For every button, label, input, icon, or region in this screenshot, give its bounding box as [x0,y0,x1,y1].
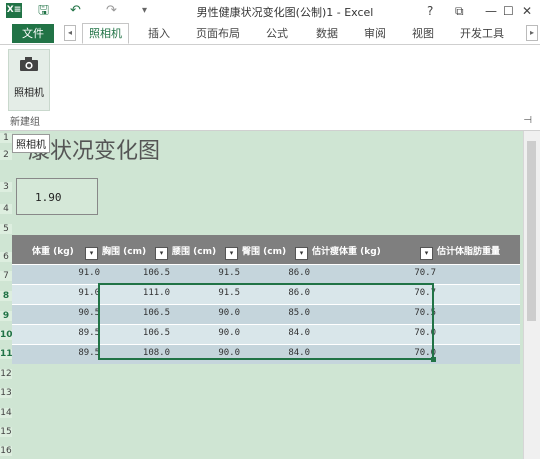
ribbon-tabs: 文件 ◂ 照相机 插入 页面布局 公式 数据 审阅 视图 开发工具 ▸ [0,22,540,45]
table-cell[interactable]: 106.5 [143,328,170,338]
camera-button-label: 照相机 [14,88,44,99]
minimize-button[interactable]: — [485,2,497,20]
worksheet[interactable]: 1 2 3 4 5 6 7 8 9 10 11 12 13 14 15 16 康状况变化图 1.90 体重 (… [0,131,540,459]
table-row[interactable]: 89.5 106.5 90.0 84.0 70.0 [12,324,520,344]
ribbon-display-options-button[interactable]: ⧉ [455,2,464,20]
filter-dropdown-icon[interactable]: ▾ [295,247,308,260]
tab-developer[interactable]: 开发工具 [460,24,504,43]
header-waist: 腰围 (cm) [172,247,217,257]
header-lean-mass: 估计瘦体重 (kg) [312,247,381,257]
row-header[interactable]: 1 [0,133,12,143]
table-header-row: 体重 (kg) ▾ 胸围 (cm) ▾ 腰围 (cm) ▾ 臀围 (cm) ▾ … [12,235,520,264]
table-cell[interactable]: 106.5 [143,308,170,318]
table-cell[interactable]: 86.0 [288,288,310,298]
excel-logo-icon: X≡ [6,3,22,18]
table-row[interactable]: 89.5 108.0 90.0 84.0 70.0 [12,344,520,364]
data-table: 体重 (kg) ▾ 胸围 (cm) ▾ 腰围 (cm) ▾ 臀围 (cm) ▾ … [12,235,520,364]
table-cell[interactable]: 111.0 [143,288,170,298]
scrollbar-thumb[interactable] [527,141,536,321]
table-row[interactable]: 91.0 106.5 91.5 86.0 70.7 [12,264,520,284]
customize-qat-icon[interactable]: ▾ [142,2,147,20]
row-header[interactable]: 5 [0,224,12,234]
table-cell[interactable]: 91.5 [218,268,240,278]
help-button[interactable]: ? [427,2,433,20]
table-body: 91.0 106.5 91.5 86.0 70.7 91.0 111.0 91.5 86.0 70… [12,264,520,364]
filter-dropdown-icon[interactable]: ▾ [85,247,98,260]
row-header[interactable]: 6 [0,252,12,262]
header-hip: 臀围 (cm) [242,247,287,257]
table-cell[interactable]: 89.5 [78,328,100,338]
row-header[interactable]: 15 [0,427,12,437]
header-weight: 体重 (kg) [32,247,74,257]
row-header[interactable]: 4 [0,204,12,214]
table-cell[interactable]: 90.0 [218,348,240,358]
header-chest: 胸围 (cm) [102,247,147,257]
header-body-fat: 估计体脂肪重量 [437,247,501,257]
table-cell[interactable]: 90.0 [218,308,240,318]
table-cell[interactable]: 89.5 [78,348,100,358]
table-cell[interactable]: 106.5 [143,268,170,278]
ribbon: 照相机 新建组 ⊣ [0,45,540,131]
table-cell[interactable]: 91.5 [218,288,240,298]
undo-icon[interactable]: ↶ [70,2,81,20]
tab-review[interactable]: 审阅 [364,24,386,43]
table-cell[interactable]: 90.0 [218,328,240,338]
table-cell[interactable]: 70.7 [414,268,436,278]
row-header[interactable]: 10 [0,330,13,340]
table-cell[interactable]: 70.0 [414,328,436,338]
maximize-button[interactable]: ☐ [503,2,514,20]
row-header[interactable]: 7 [0,271,12,281]
value-shape[interactable]: 1.90 [16,178,98,215]
tab-view[interactable]: 视图 [412,24,434,43]
tooltip: 照相机 [12,134,50,153]
tab-camera[interactable]: 照相机 [82,23,129,44]
row-header[interactable]: 8 [0,291,12,301]
table-row[interactable]: 90.5 106.5 90.0 85.0 70.5 [12,304,520,324]
table-cell[interactable]: 90.5 [78,308,100,318]
row-header[interactable]: 3 [0,182,12,192]
table-cell[interactable]: 70.5 [414,308,436,318]
tabs-scroll-left-icon[interactable]: ◂ [64,25,76,41]
window-title: 男性健康状况变化图(公制)1 - Excel [196,6,374,19]
filter-dropdown-icon[interactable]: ▾ [420,247,433,260]
tab-formulas[interactable]: 公式 [266,24,288,43]
table-cell[interactable]: 70.7 [414,288,436,298]
row-header[interactable]: 13 [0,388,12,398]
tabs-scroll-right-icon[interactable]: ▸ [526,25,538,41]
table-cell[interactable]: 86.0 [288,268,310,278]
table-cell[interactable]: 91.0 [78,268,100,278]
camera-button[interactable]: 照相机 [8,49,50,111]
tab-file[interactable]: 文件 [12,24,54,43]
row-header[interactable]: 2 [0,150,12,160]
vertical-scrollbar[interactable] [523,131,540,459]
table-cell[interactable]: 91.0 [78,288,100,298]
tab-insert[interactable]: 插入 [148,24,170,43]
close-button[interactable]: ✕ [522,2,532,20]
camera-icon [20,57,38,71]
table-cell[interactable]: 84.0 [288,348,310,358]
row-header[interactable]: 12 [0,369,12,379]
filter-dropdown-icon[interactable]: ▾ [155,247,168,260]
table-cell[interactable]: 84.0 [288,328,310,338]
table-cell[interactable]: 108.0 [143,348,170,358]
table-row[interactable]: 91.0 111.0 91.5 86.0 70.7 [12,284,520,304]
row-header[interactable]: 11 [0,349,13,359]
filter-dropdown-icon[interactable]: ▾ [225,247,238,260]
title-bar: X≡ 🖫 ↶ ↷ ▾ 男性健康状况变化图(公制)1 - Excel ? ⧉ — … [0,0,540,23]
row-header[interactable]: 14 [0,408,12,418]
fill-handle[interactable] [431,357,436,362]
tab-data[interactable]: 数据 [316,24,338,43]
row-header[interactable]: 9 [0,311,12,321]
tab-page-layout[interactable]: 页面布局 [196,24,240,43]
ribbon-group-label: 新建组 [10,117,40,128]
row-header[interactable]: 16 [0,446,12,456]
redo-icon[interactable]: ↷ [106,2,117,20]
save-icon[interactable]: 🖫 [38,2,49,20]
pin-ribbon-icon[interactable]: ⊣ [523,115,532,126]
table-cell[interactable]: 85.0 [288,308,310,318]
